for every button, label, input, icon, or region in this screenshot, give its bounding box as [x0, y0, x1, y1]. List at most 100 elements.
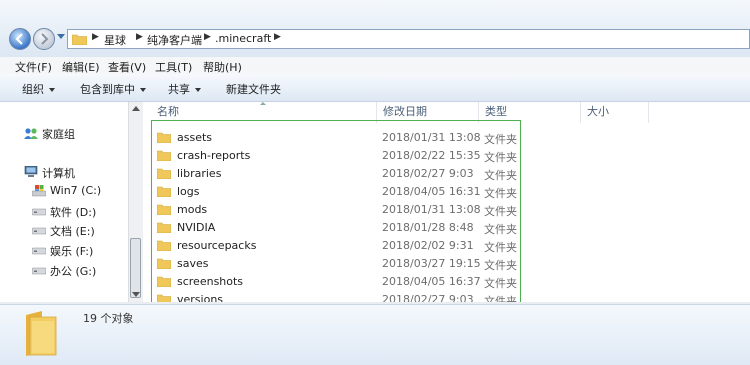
table-row[interactable]: mods 2018/01/31 13:08 文件夹 [157, 201, 517, 219]
nav-drive-label: 办公 (G:) [50, 265, 97, 278]
file-type: 文件夹 [484, 241, 517, 254]
table-row[interactable]: screenshots 2018/04/05 16:37 文件夹 [157, 273, 517, 291]
nav-homegroup-label: 家庭组 [42, 128, 75, 141]
folder-icon [72, 34, 87, 45]
menu-bar: 文件(F) 编辑(E) 查看(V) 工具(T) 帮助(H) [0, 57, 750, 74]
homegroup-icon [24, 128, 38, 139]
folder-icon [157, 258, 171, 269]
folder-icon [157, 204, 171, 215]
table-row[interactable]: libraries 2018/02/27 9:03 文件夹 [157, 165, 517, 183]
file-modified: 2018/04/05 16:31 [382, 185, 481, 198]
breadcrumb-separator-icon[interactable]: ▶ [274, 32, 281, 42]
folder-icon [157, 222, 171, 233]
organize-label: 组织 [22, 83, 44, 96]
breadcrumb-item[interactable]: 纯净客户端 [147, 32, 202, 48]
file-name: screenshots [177, 275, 244, 288]
folder-icon [157, 168, 171, 179]
file-name: saves [177, 257, 209, 270]
table-row[interactable]: NVIDIA 2018/01/28 8:48 文件夹 [157, 219, 517, 237]
arrow-left-icon [15, 33, 23, 45]
menu-view[interactable]: 查看(V) [108, 59, 146, 75]
file-modified: 2018/04/05 16:37 [382, 275, 481, 288]
back-button[interactable] [9, 28, 31, 50]
file-type: 文件夹 [484, 277, 517, 290]
folder-icon [26, 311, 57, 356]
file-list: 名称 修改日期 类型 大小 assets 2018/01/31 13:08 文件夹 c… [143, 102, 750, 308]
file-type: 文件夹 [484, 187, 517, 200]
arrow-right-icon [41, 33, 49, 45]
table-row[interactable]: resourcepacks 2018/02/02 9:31 文件夹 [157, 237, 517, 255]
file-type: 文件夹 [484, 169, 517, 182]
folder-icon [157, 186, 171, 197]
drive-icon [32, 208, 46, 216]
file-name: crash-reports [177, 149, 251, 162]
menu-edit[interactable]: 编辑(E) [62, 59, 100, 75]
file-modified: 2018/02/27 9:03 [382, 167, 474, 180]
table-row[interactable]: crash-reports 2018/02/22 15:35 文件夹 [157, 147, 517, 165]
folder-icon [157, 150, 171, 161]
include-in-library-label: 包含到库中 [80, 83, 135, 96]
chevron-down-icon [140, 88, 146, 92]
file-modified: 2018/02/02 9:31 [382, 239, 474, 252]
breadcrumb-separator-icon[interactable]: ▶ [204, 32, 211, 42]
file-name: logs [177, 185, 200, 198]
organize-button[interactable]: 组织 [22, 81, 55, 97]
breadcrumb-separator-icon[interactable]: ▶ [136, 32, 143, 42]
share-button[interactable]: 共享 [168, 81, 201, 97]
file-modified: 2018/01/31 13:08 [382, 131, 481, 144]
scrollbar-thumb[interactable] [130, 238, 141, 298]
menu-tools[interactable]: 工具(T) [155, 59, 192, 75]
nav-drive-label: Win7 (C:) [50, 184, 102, 197]
file-name: resourcepacks [177, 239, 257, 252]
include-in-library-button[interactable]: 包含到库中 [80, 81, 146, 97]
folder-icon [157, 240, 171, 251]
breadcrumb-item[interactable]: 星球 [104, 32, 126, 48]
folder-icon [157, 132, 171, 143]
nav-drive-label: 文档 (E:) [50, 225, 95, 238]
breadcrumb-separator-icon[interactable]: ▶ [92, 32, 99, 42]
file-name: mods [177, 203, 208, 216]
windows-drive-icon [32, 185, 46, 197]
computer-icon [24, 166, 38, 177]
navigation-scrollbar[interactable] [128, 102, 143, 302]
folder-icon [157, 276, 171, 287]
details-pane: 19 个对象 [0, 304, 750, 365]
file-type: 文件夹 [484, 133, 517, 146]
column-header-size[interactable]: 大小 [581, 102, 649, 123]
address-input[interactable]: ▶ 星球 ▶ 纯净客户端 ▶ .minecraft ▶ [67, 29, 750, 49]
file-modified: 2018/02/22 15:35 [382, 149, 481, 162]
item-count: 19 个对象 [83, 312, 134, 325]
file-type: 文件夹 [484, 151, 517, 164]
chevron-down-icon [195, 88, 201, 92]
nav-drive-label: 娱乐 (F:) [50, 245, 94, 258]
scroll-down-icon[interactable] [132, 292, 140, 297]
breadcrumb-item[interactable]: .minecraft [215, 32, 271, 45]
drive-icon [32, 247, 46, 255]
forward-button[interactable] [33, 28, 55, 50]
nav-drive-label: 软件 (D:) [50, 206, 97, 219]
file-name: NVIDIA [177, 221, 216, 234]
scroll-up-icon[interactable] [132, 106, 140, 111]
drive-icon [32, 267, 46, 275]
file-type: 文件夹 [484, 223, 517, 236]
menu-file[interactable]: 文件(F) [15, 59, 52, 75]
chevron-down-icon [49, 88, 55, 92]
table-row[interactable]: saves 2018/03/27 19:15 文件夹 [157, 255, 517, 273]
file-name: assets [177, 131, 213, 144]
file-modified: 2018/01/31 13:08 [382, 203, 481, 216]
file-modified: 2018/01/28 8:48 [382, 221, 474, 234]
command-bar: 组织 包含到库中 共享 新建文件夹 [0, 74, 750, 102]
table-row[interactable]: assets 2018/01/31 13:08 文件夹 [157, 129, 517, 147]
drive-icon [32, 227, 46, 235]
table-row[interactable]: logs 2018/04/05 16:31 文件夹 [157, 183, 517, 201]
menu-help[interactable]: 帮助(H) [203, 59, 242, 75]
navigation-pane: 家庭组 计算机 Win7 (C:) 软件 (D:) 文档 (E:) 娱乐 (F:… [0, 102, 128, 302]
recent-pages-dropdown[interactable] [57, 34, 65, 39]
file-modified: 2018/03/27 19:15 [382, 257, 481, 270]
nav-computer-label: 计算机 [42, 167, 75, 180]
sort-ascending-icon [260, 102, 266, 105]
address-bar-row: ▶ 星球 ▶ 纯净客户端 ▶ .minecraft ▶ [0, 0, 750, 57]
file-name: libraries [177, 167, 222, 180]
new-folder-button[interactable]: 新建文件夹 [226, 81, 281, 97]
file-type: 文件夹 [484, 205, 517, 218]
